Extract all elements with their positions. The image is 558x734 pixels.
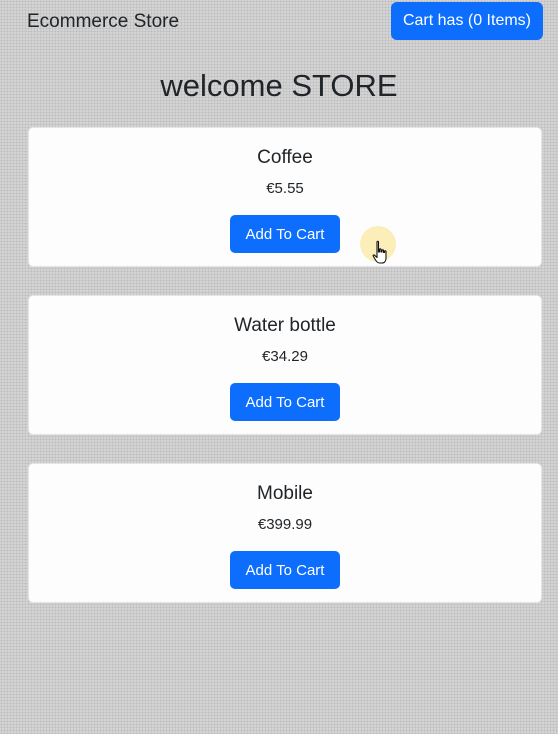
navbar: Ecommerce Store Cart has (0 Items) xyxy=(0,0,558,44)
add-to-cart-button[interactable]: Add To Cart xyxy=(230,215,340,253)
product-card-water-bottle: Water bottle €34.29 Add To Cart xyxy=(28,295,542,435)
product-name: Water bottle xyxy=(234,315,336,336)
product-name: Mobile xyxy=(257,483,313,504)
add-to-cart-button[interactable]: Add To Cart xyxy=(230,551,340,589)
product-price: €5.55 xyxy=(266,180,304,197)
page-title: welcome STORE xyxy=(160,68,398,103)
hand-pointer-icon xyxy=(372,240,387,264)
brand-name[interactable]: Ecommerce Store xyxy=(27,11,179,33)
product-card-coffee: Coffee €5.55 Add To Cart xyxy=(28,127,542,267)
product-price: €399.99 xyxy=(257,516,313,533)
product-price: €34.29 xyxy=(262,348,308,365)
product-card-mobile: Mobile €399.99 Add To Cart xyxy=(28,463,542,603)
product-name: Coffee xyxy=(257,147,313,168)
product-list: Coffee €5.55 Add To Cart Water bottle €3… xyxy=(28,127,542,631)
cart-button[interactable]: Cart has (0 Items) xyxy=(390,2,543,40)
add-to-cart-button[interactable]: Add To Cart xyxy=(230,383,340,421)
